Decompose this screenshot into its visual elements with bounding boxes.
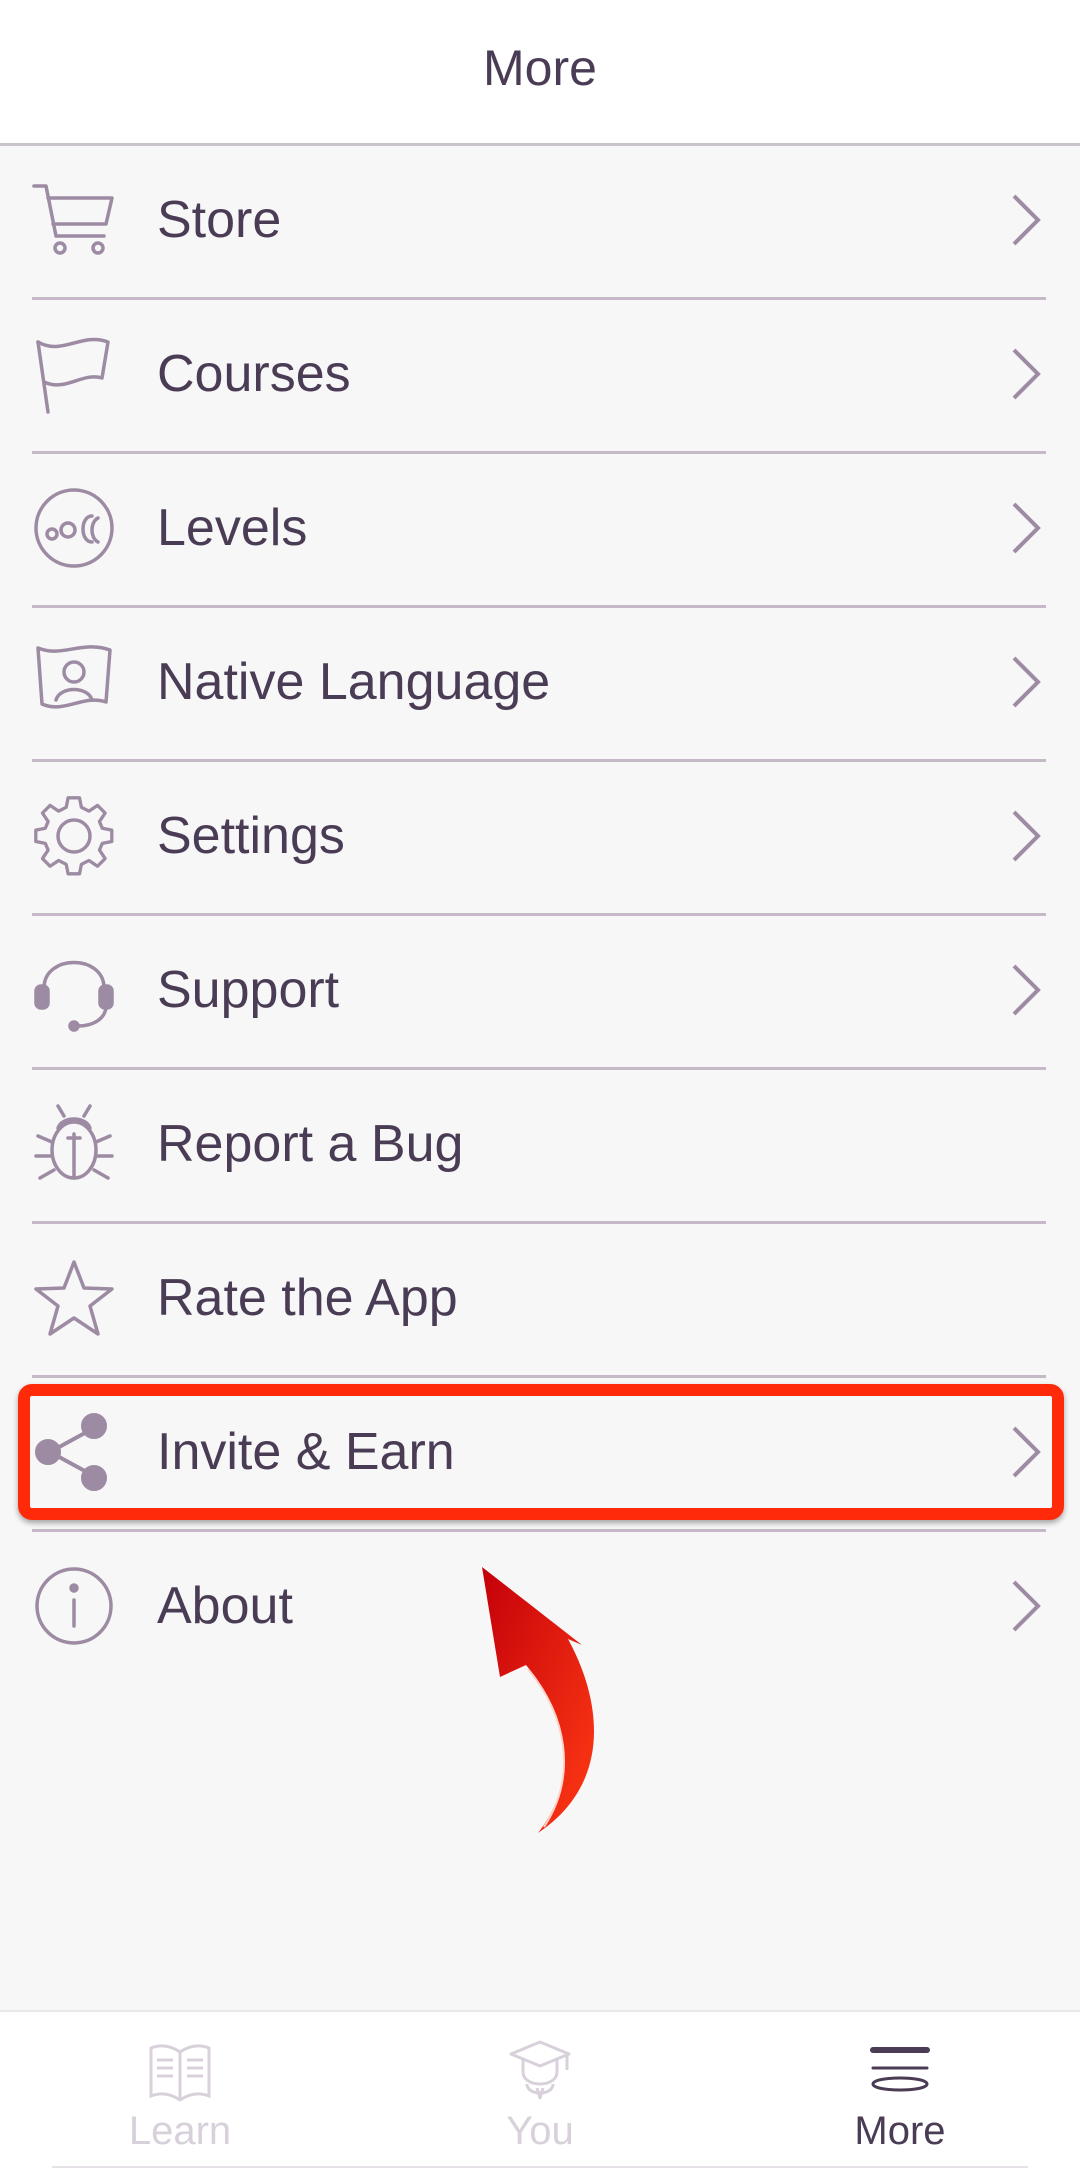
menu-item-label: Levels <box>157 499 308 557</box>
tab-you[interactable]: You <box>360 2012 720 2178</box>
highlight-box <box>18 1384 1064 1520</box>
menu-item-store[interactable]: Store <box>32 146 1046 300</box>
gear-icon <box>32 794 116 878</box>
menu-item-label: Report a Bug <box>157 1115 464 1173</box>
tab-label: More <box>854 2109 946 2153</box>
top-bar: More <box>0 0 1080 146</box>
tab-more[interactable]: More <box>720 2012 1080 2178</box>
curved-arrow-icon <box>470 1565 620 1840</box>
tab-label: You <box>506 2109 574 2153</box>
levels-icon <box>32 486 116 570</box>
menu-item-settings[interactable]: Settings <box>32 762 1046 916</box>
more-icon <box>865 2036 935 2104</box>
menu-item-label: Store <box>157 191 282 249</box>
bottom-nav: Learn You More <box>0 2010 1080 2178</box>
chevron-right-icon <box>1006 960 1046 1020</box>
graduate-icon <box>505 2036 575 2104</box>
menu-item-report-bug[interactable]: Report a Bug <box>32 1070 1046 1224</box>
menu-item-native-language[interactable]: Native Language <box>32 608 1046 762</box>
tab-label: Learn <box>128 2109 232 2153</box>
divider <box>52 2166 1028 2168</box>
menu-item-label: Settings <box>157 807 345 865</box>
chevron-right-icon <box>1006 498 1046 558</box>
page-title: More <box>483 39 597 96</box>
menu-item-rate-app[interactable]: Rate the App <box>32 1224 1046 1378</box>
flag-icon <box>32 332 116 416</box>
headset-icon <box>32 948 116 1032</box>
book-icon <box>145 2036 215 2104</box>
chevron-right-icon <box>1006 1576 1046 1636</box>
bug-icon <box>32 1102 116 1186</box>
chevron-right-icon <box>1006 344 1046 404</box>
menu-item-label: Courses <box>157 345 351 403</box>
menu-item-levels[interactable]: Levels <box>32 454 1046 608</box>
chevron-right-icon <box>1006 652 1046 712</box>
menu-item-label: Native Language <box>157 653 551 711</box>
info-icon <box>32 1564 116 1648</box>
star-icon <box>32 1256 116 1340</box>
menu-item-courses[interactable]: Courses <box>32 300 1046 454</box>
menu-item-label: Rate the App <box>157 1269 458 1327</box>
cart-icon <box>32 178 116 262</box>
menu-item-support[interactable]: Support <box>32 916 1046 1070</box>
chevron-right-icon <box>1006 190 1046 250</box>
menu-item-label: Support <box>157 961 340 1019</box>
menu-item-label: About <box>157 1577 293 1635</box>
tab-learn[interactable]: Learn <box>0 2012 360 2178</box>
chevron-right-icon <box>1006 806 1046 866</box>
native-language-icon <box>32 640 116 724</box>
